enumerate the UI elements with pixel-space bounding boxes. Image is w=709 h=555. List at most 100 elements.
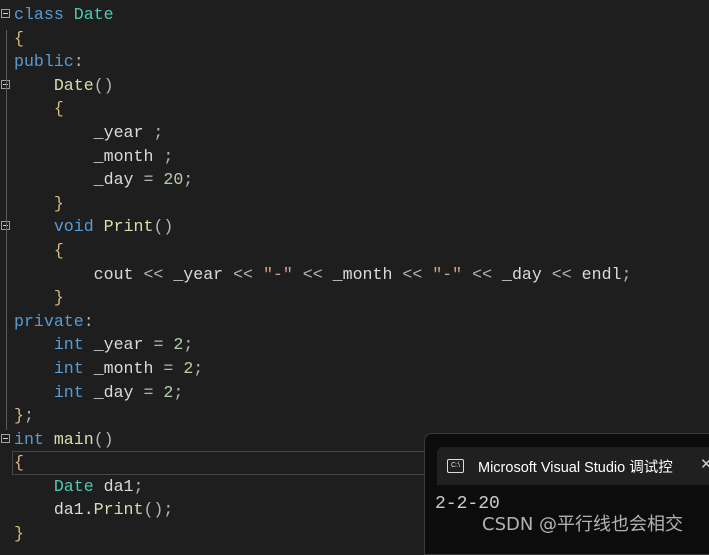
code-token: ; xyxy=(173,382,184,402)
code-token: 2 xyxy=(163,382,174,402)
code-token: : xyxy=(83,311,94,331)
code-token: Date xyxy=(73,5,114,24)
code-token: ; xyxy=(193,358,204,378)
code-token: _month xyxy=(93,358,164,378)
code-token: _month xyxy=(14,146,164,166)
code-line[interactable]: private: xyxy=(0,310,709,334)
code-token: void xyxy=(53,217,104,237)
code-line[interactable]: cout << _year << "-" << _month << "-" <<… xyxy=(0,263,709,287)
code-token: ; xyxy=(133,476,144,496)
code-token: << xyxy=(302,264,333,284)
code-token: : xyxy=(73,52,84,72)
code-line[interactable]: int _year = 2; xyxy=(0,333,709,357)
code-token: } xyxy=(14,406,24,426)
code-token: int xyxy=(53,358,94,378)
code-line[interactable]: } xyxy=(0,192,709,216)
console-tab[interactable]: C:\ Microsoft Visual Studio 调试控 xyxy=(437,447,709,485)
code-token: ; xyxy=(153,122,164,142)
code-token: { xyxy=(14,453,24,473)
code-token: _month xyxy=(332,264,403,284)
code-token: int xyxy=(53,335,94,355)
code-token: { xyxy=(53,240,64,260)
code-line[interactable]: { xyxy=(0,97,709,121)
code-line[interactable]: Date() xyxy=(0,74,709,98)
console-title: Microsoft Visual Studio 调试控 xyxy=(478,459,673,476)
code-token: () xyxy=(153,217,174,237)
code-token: { xyxy=(14,28,24,48)
code-token: = xyxy=(143,170,164,190)
code-line[interactable]: _day = 20; xyxy=(0,168,709,192)
code-token: da1. xyxy=(14,500,94,520)
code-token: _day xyxy=(14,170,144,190)
code-token: Date xyxy=(53,75,94,95)
code-line[interactable]: int _day = 2; xyxy=(0,381,709,405)
code-line[interactable]: void Print() xyxy=(0,215,709,239)
code-token: Date xyxy=(53,476,104,496)
code-line[interactable]: _month ; xyxy=(0,145,709,169)
code-token: { xyxy=(53,99,64,119)
code-token: _year xyxy=(173,264,234,284)
code-token: _day xyxy=(501,264,552,284)
code-token: 2 xyxy=(173,335,184,355)
code-token: = xyxy=(143,382,164,402)
code-token: ; xyxy=(163,146,174,166)
code-token: _year xyxy=(14,122,154,142)
code-token: endl xyxy=(581,264,622,284)
code-line[interactable]: }; xyxy=(0,404,709,428)
code-token: () xyxy=(93,429,114,449)
code-token: _year xyxy=(93,335,154,355)
code-token: 20 xyxy=(163,170,184,190)
code-token: private xyxy=(14,311,84,331)
code-token: ; xyxy=(621,264,632,284)
code-token: (); xyxy=(143,500,174,520)
collapse-icon[interactable] xyxy=(1,433,10,443)
code-line[interactable]: int _month = 2; xyxy=(0,357,709,381)
guide-line xyxy=(6,30,7,430)
code-token: int xyxy=(14,429,54,449)
code-token: cout xyxy=(14,264,144,284)
code-token: ; xyxy=(183,170,194,190)
code-token: class xyxy=(14,5,74,24)
code-token: << xyxy=(472,264,502,284)
code-token: = xyxy=(163,358,184,378)
code-token: } xyxy=(53,288,64,308)
code-token: } xyxy=(53,193,64,213)
code-line[interactable]: } xyxy=(0,286,709,310)
code-token: public xyxy=(14,52,74,72)
code-token: "-" xyxy=(432,264,473,284)
code-token: << xyxy=(402,264,433,284)
code-token: 2 xyxy=(183,358,194,378)
watermark: CSDN @平行线也会相交 xyxy=(482,514,684,535)
code-token: } xyxy=(14,524,24,544)
console-window[interactable]: C:\ Microsoft Visual Studio 调试控 2-2-20 xyxy=(424,433,709,555)
code-token: da1 xyxy=(103,476,134,496)
code-token: = xyxy=(153,335,174,355)
code-token: Print xyxy=(93,500,144,520)
collapse-icon[interactable] xyxy=(1,9,10,18)
code-token: << xyxy=(233,264,263,284)
code-line[interactable]: { xyxy=(0,27,709,51)
code-token: int xyxy=(53,382,94,402)
code-token: ; xyxy=(183,335,194,355)
code-token: Print xyxy=(103,217,154,237)
code-line[interactable]: _year ; xyxy=(0,121,709,145)
cmd-icon: C:\ xyxy=(447,459,464,473)
code-line[interactable]: { xyxy=(0,239,709,263)
code-token: ; xyxy=(23,406,34,426)
code-token: "-" xyxy=(262,264,303,284)
code-token: << xyxy=(143,264,174,284)
code-token: << xyxy=(551,264,582,284)
code-token: _day xyxy=(93,382,144,402)
code-token: () xyxy=(93,75,114,95)
code-line[interactable]: class Date xyxy=(0,3,709,27)
code-line[interactable]: public: xyxy=(0,50,709,74)
